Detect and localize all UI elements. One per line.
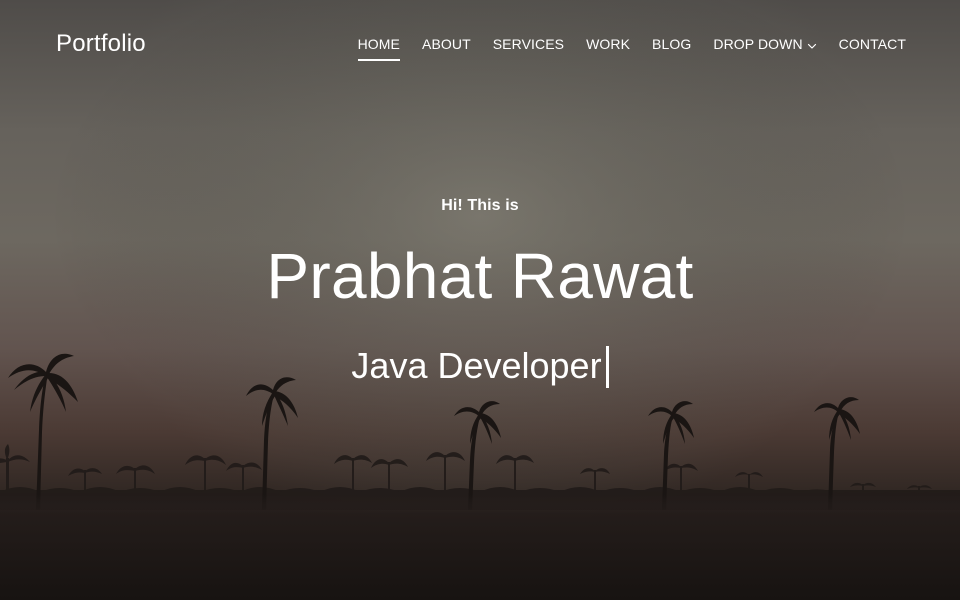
nav-services-link[interactable]: SERVICES xyxy=(493,36,564,61)
nav-home-link[interactable]: HOME xyxy=(357,36,401,61)
nav-services-label: SERVICES xyxy=(492,36,565,52)
hero-section: Portfolio HOME ABOUT SERVICES WORK BLOG … xyxy=(0,0,960,600)
nav-blog-label: BLOG xyxy=(652,36,692,52)
nav-home-label: HOME xyxy=(357,36,400,52)
brand-logo-link[interactable]: Portfolio xyxy=(56,30,146,58)
nav-dropdown-label: DROP DOWN xyxy=(713,36,803,52)
hero-role-text: Java Developer xyxy=(351,345,602,386)
typing-cursor xyxy=(605,346,609,388)
nav-contact-label: CONTACT xyxy=(838,36,906,52)
main-nav: HOME ABOUT SERVICES WORK BLOG DROP DOWN xyxy=(357,36,906,61)
nav-contact-link[interactable]: CONTACT xyxy=(839,36,906,61)
nav-about-link[interactable]: ABOUT xyxy=(422,36,471,61)
hero-role-typewriter: Java Developer xyxy=(351,344,609,388)
nav-blog-link[interactable]: BLOG xyxy=(652,36,691,61)
hero-content: Hi! This is Prabhat Rawat Java Developer xyxy=(0,194,960,388)
nav-about-label: ABOUT xyxy=(422,36,471,52)
nav-dropdown-toggle[interactable]: DROP DOWN xyxy=(713,36,816,61)
hero-name-heading: Prabhat Rawat xyxy=(266,240,694,312)
nav-work-link[interactable]: WORK xyxy=(586,36,630,61)
top-navbar: Portfolio HOME ABOUT SERVICES WORK BLOG … xyxy=(0,0,960,92)
nav-work-label: WORK xyxy=(586,36,631,52)
chevron-down-icon xyxy=(807,38,817,49)
hero-intro-text: Hi! This is xyxy=(441,197,519,214)
